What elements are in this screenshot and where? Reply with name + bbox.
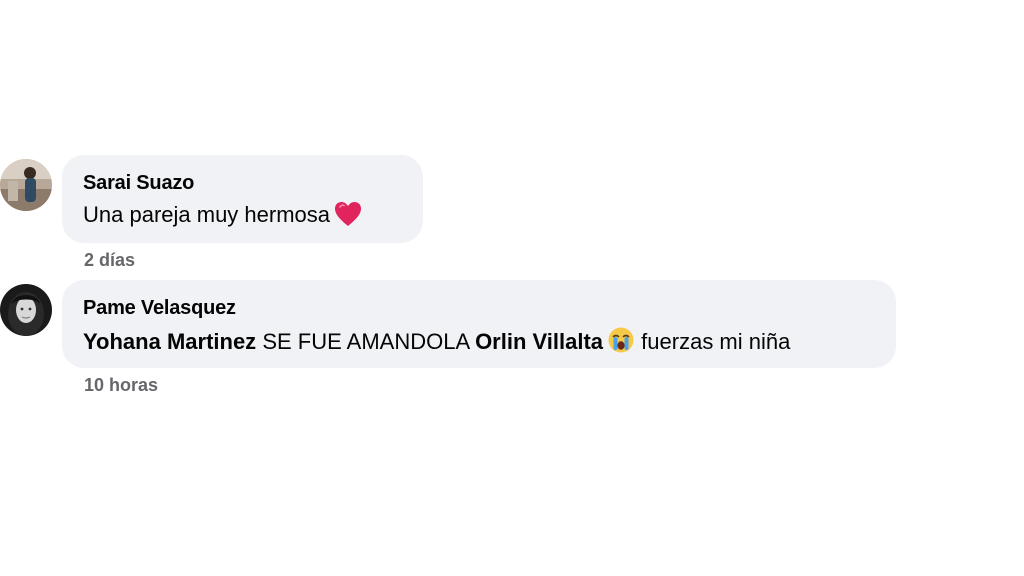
comment-author[interactable]: Sarai Suazo — [83, 171, 402, 195]
comment-text: Yohana Martinez SE FUE AMANDOLA Orlin Vi… — [83, 326, 875, 356]
red-heart-icon — [334, 201, 362, 227]
comment-text: Una pareja muy hermosa — [83, 201, 402, 229]
comment-author[interactable]: Pame Velasquez — [83, 296, 875, 320]
mention-link[interactable]: Orlin Villalta — [475, 329, 603, 354]
avatar[interactable] — [0, 159, 52, 211]
mention-link[interactable]: Yohana Martinez — [83, 329, 256, 354]
user-photo-avatar — [0, 159, 52, 211]
comment-bubble: Sarai Suazo Una pareja muy hermosa — [62, 155, 423, 243]
comment-text-body: Una pareja muy hermosa — [83, 202, 331, 227]
avatar[interactable] — [0, 284, 52, 336]
comment-timestamp[interactable]: 10 horas — [84, 375, 158, 395]
comment-timestamp[interactable]: 2 días — [84, 250, 135, 270]
comment-bubble: Pame Velasquez Yohana Martinez SE FUE AM… — [62, 280, 896, 368]
comment-text-body: SE FUE AMANDOLA — [262, 329, 469, 354]
comment-text-body: fuerzas mi niña — [641, 329, 791, 354]
crying-face-icon — [607, 326, 635, 354]
user-photo-avatar — [0, 284, 52, 336]
